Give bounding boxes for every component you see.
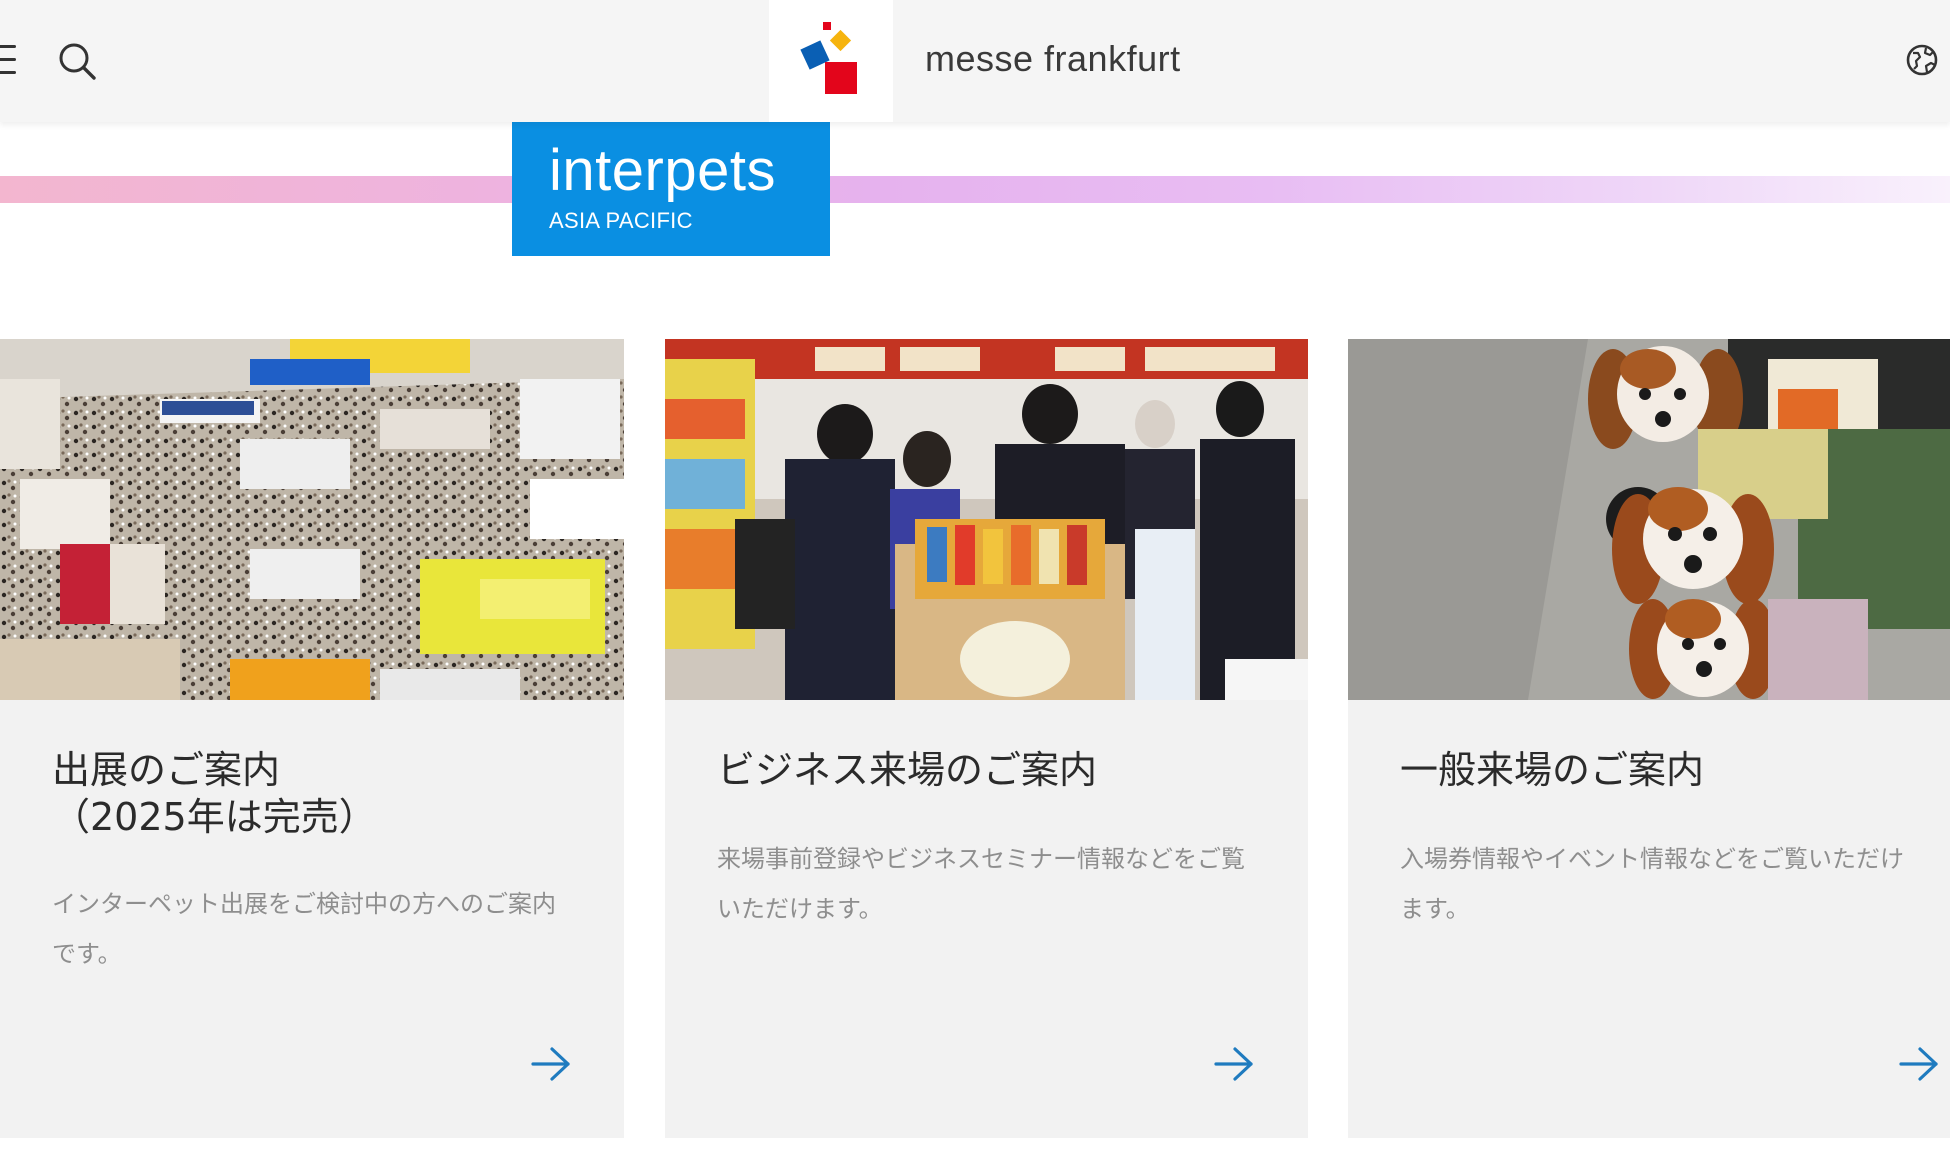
interpets-logo[interactable]: interpets ASIA PACIFIC	[512, 122, 830, 256]
globe-icon[interactable]	[1904, 42, 1940, 78]
business-visitors-photo	[665, 339, 1308, 700]
exhibitor-info-card[interactable]: 出展のご案内 （2025年は完売） インターペット出展をご検討中の方へのご案内で…	[0, 339, 624, 1138]
search-icon[interactable]	[56, 40, 98, 82]
site-header: messe frankfurt	[0, 0, 1950, 122]
arrow-right-icon[interactable]	[530, 1044, 574, 1084]
hamburger-menu-icon[interactable]	[0, 43, 18, 77]
card-title: ビジネス来場のご案内	[717, 748, 1098, 792]
arrow-right-icon[interactable]	[1898, 1044, 1942, 1084]
event-subtitle: ASIA PACIFIC	[549, 208, 693, 233]
card-description: 来場事前登録やビジネスセミナー情報などをご覧いただけます。	[717, 845, 1245, 923]
messe-frankfurt-logo[interactable]	[769, 0, 893, 122]
event-gradient-bar	[0, 176, 1950, 203]
event-name: interpets	[549, 138, 776, 203]
card-title: 一般来場のご案内	[1400, 748, 1705, 792]
card-description: インターペット出展をご検討中の方へのご案内です。	[52, 890, 556, 968]
card-title: 出展のご案内 （2025年は完売）	[52, 748, 377, 839]
card-description: 入場券情報やイベント情報などをご覧いただけます。	[1400, 845, 1904, 923]
arrow-right-icon[interactable]	[1213, 1044, 1257, 1084]
general-visit-card[interactable]: 一般来場のご案内 入場券情報やイベント情報などをご覧いただけます。	[1348, 339, 1950, 1138]
business-visit-card[interactable]: ビジネス来場のご案内 来場事前登録やビジネスセミナー情報などをご覧いただけます。	[665, 339, 1308, 1138]
dogs-photo	[1348, 339, 1950, 700]
brand-name[interactable]: messe frankfurt	[925, 38, 1181, 80]
exhibition-hall-photo	[0, 339, 624, 700]
